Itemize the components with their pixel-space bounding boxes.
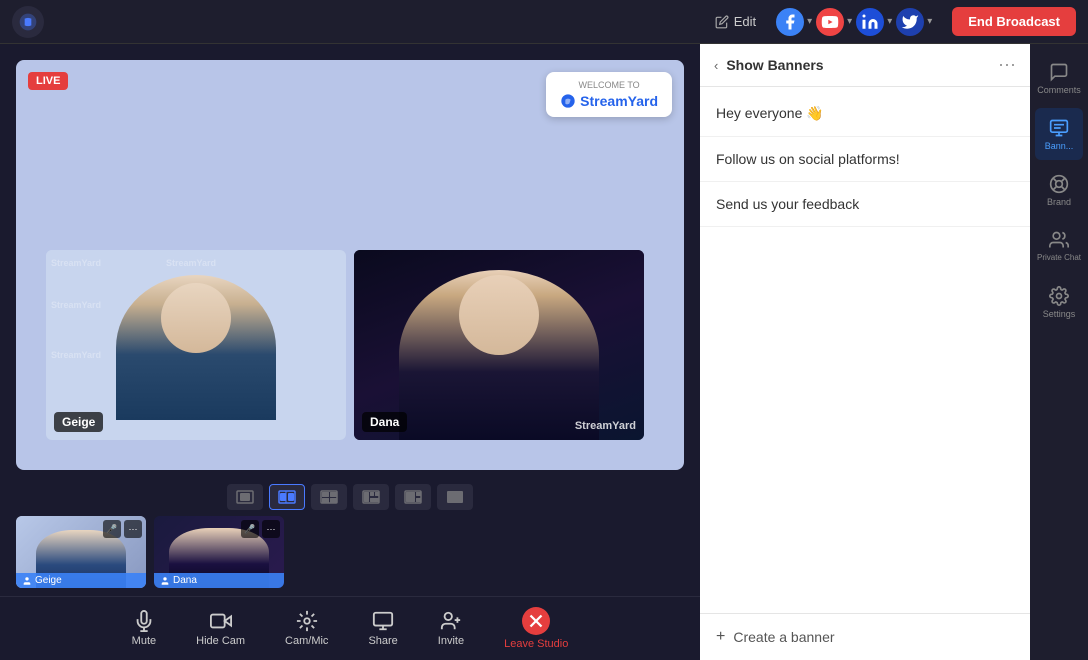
layout-single[interactable] bbox=[227, 484, 263, 510]
video-feed-geige: StreamYard StreamYard StreamYard StreamY… bbox=[46, 250, 346, 440]
avatar-twitter[interactable]: ▾ bbox=[894, 6, 932, 38]
edit-label: Edit bbox=[734, 14, 756, 29]
sidebar-icon-label: Private Chat bbox=[1037, 253, 1081, 262]
banner-panel: ‹ Show Banners ⋯ Hey everyone 👋 Follow u… bbox=[700, 44, 1030, 660]
share-label: Share bbox=[368, 635, 397, 647]
sidebar-icon-private-chat[interactable]: Private Chat bbox=[1035, 220, 1083, 272]
avatar-img bbox=[894, 6, 926, 38]
layout-bar bbox=[0, 478, 700, 516]
layout-grid-2[interactable] bbox=[311, 484, 347, 510]
leave-circle bbox=[522, 607, 550, 635]
app-logo bbox=[12, 6, 44, 38]
hide-cam-button[interactable]: Hide Cam bbox=[188, 604, 253, 653]
sidebar-icon-brand[interactable]: Brand bbox=[1035, 164, 1083, 216]
bottom-toolbar: Mute Hide Cam Cam/Mic bbox=[0, 596, 700, 660]
thumb-label-dana: Dana bbox=[154, 573, 284, 588]
layout-fullscreen[interactable] bbox=[437, 484, 473, 510]
thumb-mic-btn[interactable]: 🎤 bbox=[103, 520, 121, 538]
thumb-controls-dana: 🎤 ⋯ bbox=[241, 520, 280, 538]
left-panel: LIVE WELCOME TO StreamYard StreamYard St… bbox=[0, 44, 700, 660]
avatar-group: ▾ ▾ ▾ ▾ bbox=[774, 6, 932, 38]
thumb-name: Dana bbox=[173, 575, 197, 586]
leave-label: Leave Studio bbox=[504, 638, 568, 650]
create-icon: + bbox=[716, 628, 725, 646]
avatar-chevron[interactable]: ▾ bbox=[847, 16, 852, 27]
banner-item-text: Hey everyone 👋 bbox=[716, 105, 824, 122]
avatar-chevron[interactable]: ▾ bbox=[807, 16, 812, 27]
sidebar-icon-label: Brand bbox=[1047, 197, 1071, 207]
cam-mic-label: Cam/Mic bbox=[285, 635, 328, 647]
avatar-img bbox=[814, 6, 846, 38]
banner-item-feedback[interactable]: Send us your feedback bbox=[700, 182, 1030, 227]
thumb-controls-geige: 🎤 ⋯ bbox=[103, 520, 142, 538]
welcome-banner: WELCOME TO StreamYard bbox=[546, 72, 672, 117]
banner-create-button[interactable]: + Create a banner bbox=[700, 613, 1030, 660]
banner-more-button[interactable]: ⋯ bbox=[998, 56, 1016, 74]
brand-name: StreamYard bbox=[580, 93, 658, 109]
main-content: LIVE WELCOME TO StreamYard StreamYard St… bbox=[0, 44, 1088, 660]
thumbnails: 🎤 ⋯ Geige 🎤 ⋯ Dana bbox=[0, 516, 700, 596]
thumb-geige[interactable]: 🎤 ⋯ Geige bbox=[16, 516, 146, 588]
thumb-more-btn[interactable]: ⋯ bbox=[262, 520, 280, 538]
avatar-facebook[interactable]: ▾ bbox=[774, 6, 812, 38]
avatar-chevron[interactable]: ▾ bbox=[927, 16, 932, 27]
live-badge: LIVE bbox=[28, 72, 68, 90]
thumb-name: Geige bbox=[35, 575, 62, 586]
invite-label: Invite bbox=[438, 635, 464, 647]
sidebar-icon-settings[interactable]: Settings bbox=[1035, 276, 1083, 328]
sidebar-icon-label: Comments bbox=[1037, 85, 1081, 95]
invite-button[interactable]: Invite bbox=[430, 604, 472, 653]
banner-item-text: Send us your feedback bbox=[716, 196, 859, 212]
name-tag-geige: Geige bbox=[54, 412, 103, 432]
avatar-img bbox=[854, 6, 886, 38]
leave-studio-button[interactable]: Leave Studio bbox=[496, 601, 576, 656]
thumb-label-geige: Geige bbox=[16, 573, 146, 588]
icon-sidebar: Comments Bann... Brand bbox=[1030, 44, 1088, 660]
banner-back-button[interactable]: ‹ bbox=[714, 58, 718, 73]
avatar-img bbox=[774, 6, 806, 38]
sidebar-icon-comments[interactable]: Comments bbox=[1035, 52, 1083, 104]
sidebar-icon-banners[interactable]: Bann... bbox=[1035, 108, 1083, 160]
thumb-dana[interactable]: 🎤 ⋯ Dana bbox=[154, 516, 284, 588]
sidebar-icon-label: Settings bbox=[1043, 309, 1076, 319]
thumb-more-btn[interactable]: ⋯ bbox=[124, 520, 142, 538]
layout-split[interactable] bbox=[395, 484, 431, 510]
edit-button[interactable]: Edit bbox=[707, 10, 764, 33]
end-broadcast-button[interactable]: End Broadcast bbox=[952, 7, 1076, 36]
banner-item-text: Follow us on social platforms! bbox=[716, 151, 900, 167]
name-tag-dana: Dana bbox=[362, 412, 407, 432]
welcome-to-text: WELCOME TO bbox=[578, 80, 639, 90]
create-label: Create a banner bbox=[733, 629, 834, 645]
video-feed-dana: Dana StreamYard bbox=[354, 250, 644, 440]
avatar-chevron[interactable]: ▾ bbox=[887, 16, 892, 27]
header: Edit ▾ ▾ ▾ ▾ End Broadcast bbox=[0, 0, 1088, 44]
banner-item-follow-us[interactable]: Follow us on social platforms! bbox=[700, 137, 1030, 182]
video-grid: StreamYard StreamYard StreamYard StreamY… bbox=[46, 250, 644, 440]
streamyard-watermark: StreamYard bbox=[575, 420, 636, 432]
streamyard-brand: StreamYard bbox=[560, 93, 658, 109]
hide-cam-label: Hide Cam bbox=[196, 635, 245, 647]
share-button[interactable]: Share bbox=[360, 604, 405, 653]
thumb-mic-btn[interactable]: 🎤 bbox=[241, 520, 259, 538]
avatar-linkedin[interactable]: ▾ bbox=[854, 6, 892, 38]
avatar-youtube[interactable]: ▾ bbox=[814, 6, 852, 38]
layout-two-side[interactable] bbox=[269, 484, 305, 510]
banner-item-hey-everyone[interactable]: Hey everyone 👋 bbox=[700, 91, 1030, 137]
cam-mic-button[interactable]: Cam/Mic bbox=[277, 604, 336, 653]
banner-list: Hey everyone 👋 Follow us on social platf… bbox=[700, 87, 1030, 613]
sidebar-icon-label: Bann... bbox=[1045, 141, 1074, 151]
right-panels: ‹ Show Banners ⋯ Hey everyone 👋 Follow u… bbox=[700, 44, 1030, 660]
banner-panel-header: ‹ Show Banners ⋯ bbox=[700, 44, 1030, 87]
mute-button[interactable]: Mute bbox=[124, 604, 164, 653]
layout-three[interactable] bbox=[353, 484, 389, 510]
mute-label: Mute bbox=[132, 635, 156, 647]
banner-panel-title: Show Banners bbox=[726, 57, 990, 73]
video-stage: LIVE WELCOME TO StreamYard StreamYard St… bbox=[16, 60, 684, 470]
